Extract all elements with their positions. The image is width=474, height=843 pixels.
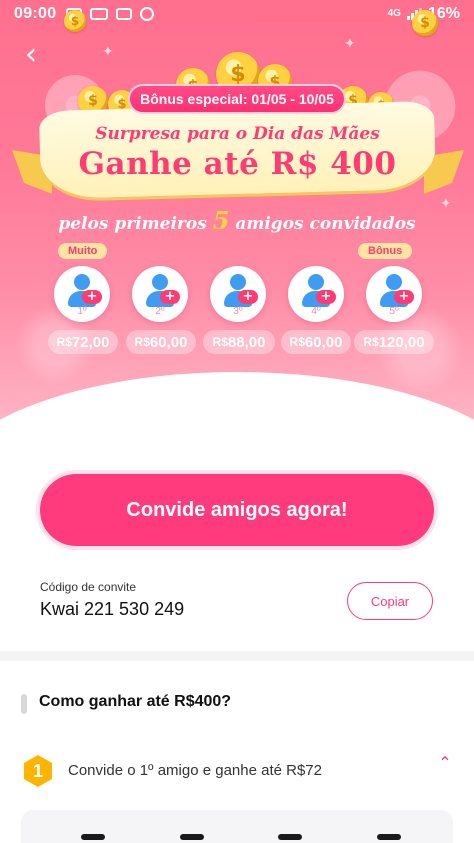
invite-code-label: Código de convite	[40, 580, 137, 594]
chevron-left-icon: ‹	[25, 37, 37, 72]
friend-avatar: + 5º	[366, 266, 422, 322]
friend-ordinal: 3º	[233, 306, 243, 317]
plus-icon: +	[160, 290, 180, 304]
gallery-icon	[116, 8, 133, 20]
invite-code-value: Kwai 221 530 249	[40, 599, 185, 619]
friends-count: 5	[212, 206, 230, 235]
plus-icon: +	[394, 290, 414, 304]
back-button[interactable]: ‹	[16, 40, 46, 70]
friend-slot-1[interactable]: + 1º	[52, 266, 112, 322]
section-divider	[0, 651, 474, 661]
coin-icon: $	[64, 10, 86, 32]
sparkle-icon: ✦	[344, 36, 356, 52]
campaign-title: Ganhe até R$ 400	[78, 146, 397, 182]
reward-amount-1: R$ 72,00	[48, 330, 118, 354]
friend-ordinal: 4º	[311, 306, 321, 317]
friend-slot-5[interactable]: + 5º	[364, 266, 424, 322]
friend-avatar: + 4º	[288, 266, 344, 322]
campaign-subtitle: Surpresa para o Dia das Mães	[95, 124, 380, 144]
sparkle-icon: ✦	[102, 44, 114, 60]
sync-icon	[140, 7, 155, 21]
chevron-up-icon[interactable]: ⌃	[436, 754, 454, 772]
friend-slot-3[interactable]: + 3º	[208, 266, 268, 322]
reward-amount-4: R$ 60,00	[281, 330, 351, 354]
card-content-preview	[81, 834, 401, 840]
app-icon	[90, 8, 109, 20]
copy-button[interactable]: Copiar	[347, 582, 433, 620]
friend-avatar: + 3º	[210, 266, 266, 322]
friend-avatar: + 2º	[132, 266, 188, 322]
friend-slot-2[interactable]: + 2º	[130, 266, 190, 322]
friend-ordinal: 2º	[155, 306, 165, 317]
reward-amount-3: R$ 88,00	[203, 330, 275, 354]
status-time: 09:00	[14, 5, 57, 22]
coin-icon: $	[412, 10, 438, 36]
step-card	[21, 810, 453, 843]
tag-muito: Muito	[58, 243, 108, 259]
tag-bonus: Bônus	[358, 243, 413, 259]
section-title: Como ganhar até R$400?	[39, 693, 232, 710]
friend-ordinal: 1º	[77, 306, 87, 317]
friend-avatar: + 1º	[54, 266, 110, 322]
friend-ordinal: 5º	[389, 306, 399, 317]
reward-amount-5: R$ 120,00	[354, 330, 434, 354]
hero-banner: ✦ ✦ ✦ 09:00 4G 16% ‹ $ $ $ $ $ $ $ $ $ B…	[0, 0, 474, 420]
network-label: 4G	[387, 8, 401, 19]
campaign-tagline: pelos primeiros 5 amigos convidados	[58, 206, 416, 235]
section-marker	[21, 694, 27, 714]
step-description[interactable]: Convide o 1º amigo e ganhe até R$72	[68, 762, 322, 779]
special-bonus-badge: Bônus especial: 01/05 - 10/05	[128, 84, 346, 114]
plus-icon: +	[238, 290, 258, 304]
plus-icon: +	[316, 290, 336, 304]
step-number-icon: 1	[24, 755, 52, 787]
reward-amount-2: R$ 60,00	[126, 330, 196, 354]
friend-slot-4[interactable]: + 4º	[286, 266, 346, 322]
invite-friends-button[interactable]: Convide amigos agora!	[40, 474, 434, 546]
plus-icon: +	[82, 290, 102, 304]
